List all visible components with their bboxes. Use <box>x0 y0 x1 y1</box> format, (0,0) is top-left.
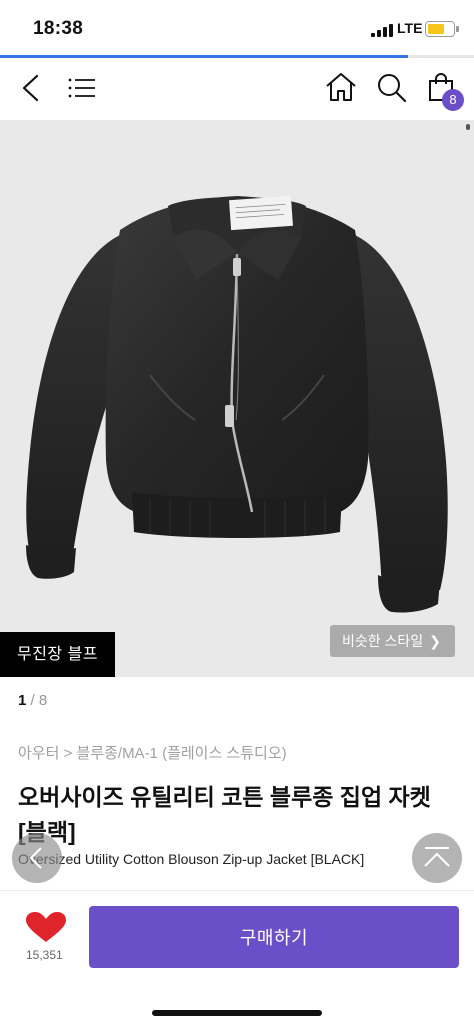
product-image[interactable] <box>0 120 474 677</box>
divider <box>0 890 474 891</box>
battery-icon <box>425 21 459 37</box>
like-count: 15,351 <box>26 948 63 962</box>
floating-prev-button[interactable] <box>12 833 62 883</box>
chevron-left-icon <box>29 847 42 869</box>
signal-icon <box>371 24 393 37</box>
chevron-right-icon: ❯ <box>429 633 441 649</box>
scroll-to-top-icon <box>424 847 450 867</box>
network-type: LTE <box>397 20 423 36</box>
buy-button[interactable]: 구매하기 <box>89 906 459 968</box>
status-bar: 18:38 LTE <box>0 0 474 58</box>
product-subtitle: Oversized Utility Cotton Blouson Zip-up … <box>18 851 365 867</box>
like-button[interactable] <box>22 912 72 949</box>
scroll-to-top-button[interactable] <box>412 833 462 883</box>
status-time: 18:38 <box>33 18 84 39</box>
hamburger-menu-icon[interactable] <box>68 77 96 99</box>
pager-total: 8 <box>38 692 48 709</box>
similar-style-button[interactable]: 비슷한 스타일 ❯ <box>330 625 455 657</box>
chevron-left-icon[interactable] <box>20 74 42 102</box>
image-pager: 1 / 8 <box>18 692 47 709</box>
breadcrumb[interactable]: 아우터 > 블루종/MA-1 (플레이스 스튜디오) <box>18 742 287 763</box>
similar-style-label: 비슷한 스타일 <box>342 633 424 649</box>
home-indicator <box>152 1010 322 1016</box>
home-icon[interactable] <box>325 72 357 102</box>
search-icon[interactable] <box>376 72 408 104</box>
heart-icon <box>26 912 66 942</box>
product-title: 오버사이즈 유틸리티 코튼 블루종 집업 자켓 [블랙] <box>18 784 431 845</box>
cart-count-badge: 8 <box>442 89 464 111</box>
jacket-photo <box>26 195 448 613</box>
page-scroll-indicator <box>466 124 470 130</box>
store-tag: 무진장 블프 <box>0 632 115 677</box>
pager-separator: / <box>26 692 39 709</box>
